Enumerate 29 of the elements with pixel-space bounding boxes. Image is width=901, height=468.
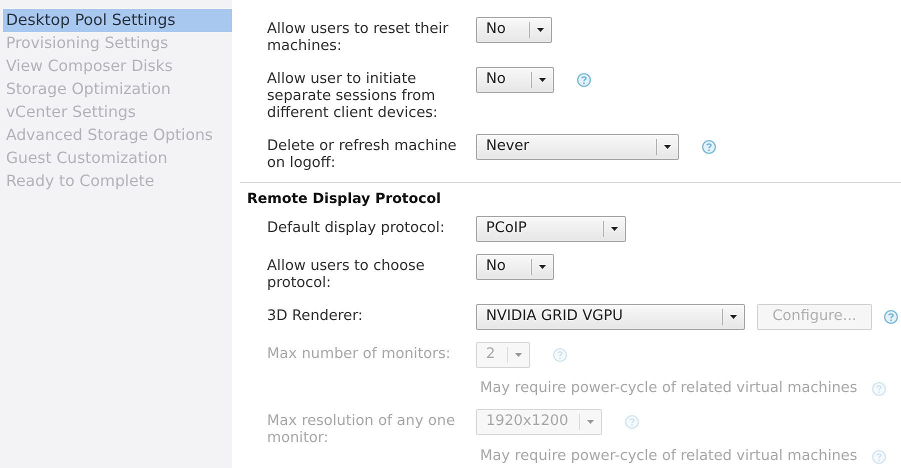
- note-text: May require power-cycle of related virtual machines: [480, 448, 858, 465]
- help-icon[interactable]: [577, 73, 591, 87]
- caret-icon: [537, 28, 544, 32]
- dropdown[interactable]: NVIDIA GRID VGPU: [476, 304, 745, 330]
- setting-label: 3D Renderer:: [267, 307, 364, 325]
- dropdown[interactable]: Never: [476, 134, 679, 160]
- dropdown[interactable]: No: [476, 17, 552, 43]
- caret-icon: [539, 78, 546, 82]
- caret-icon: [664, 145, 671, 149]
- setting-label: Allow user to initiate separate sessions from different client devices:: [267, 70, 439, 122]
- setting-label: Max number of monitors:: [267, 345, 452, 363]
- sidebar-item[interactable]: Desktop Pool Settings: [3, 9, 232, 32]
- caret-icon: [587, 420, 594, 424]
- note-text: May require power-cycle of related virtual machines: [480, 380, 858, 397]
- setting-label: Max resolution of any one monitor:: [267, 412, 456, 447]
- setting-label: Allow users to reset their machines:: [267, 20, 450, 55]
- section-title: Remote Display Protocol: [246, 190, 442, 209]
- setting-label: Default display protocol:: [267, 219, 446, 237]
- caret-icon: [515, 353, 522, 357]
- dropdown[interactable]: PCoIP: [476, 216, 626, 242]
- dropdown[interactable]: No: [476, 67, 554, 93]
- caret-icon: [730, 315, 737, 319]
- help-icon[interactable]: [884, 310, 898, 324]
- setting-label: Allow users to choose protocol:: [267, 257, 426, 292]
- help-icon[interactable]: [702, 140, 716, 154]
- setting-label: Delete or refresh machine on logoff:: [267, 137, 458, 172]
- caret-icon: [611, 227, 618, 231]
- caret-icon: [539, 265, 546, 269]
- dropdown[interactable]: No: [476, 254, 554, 280]
